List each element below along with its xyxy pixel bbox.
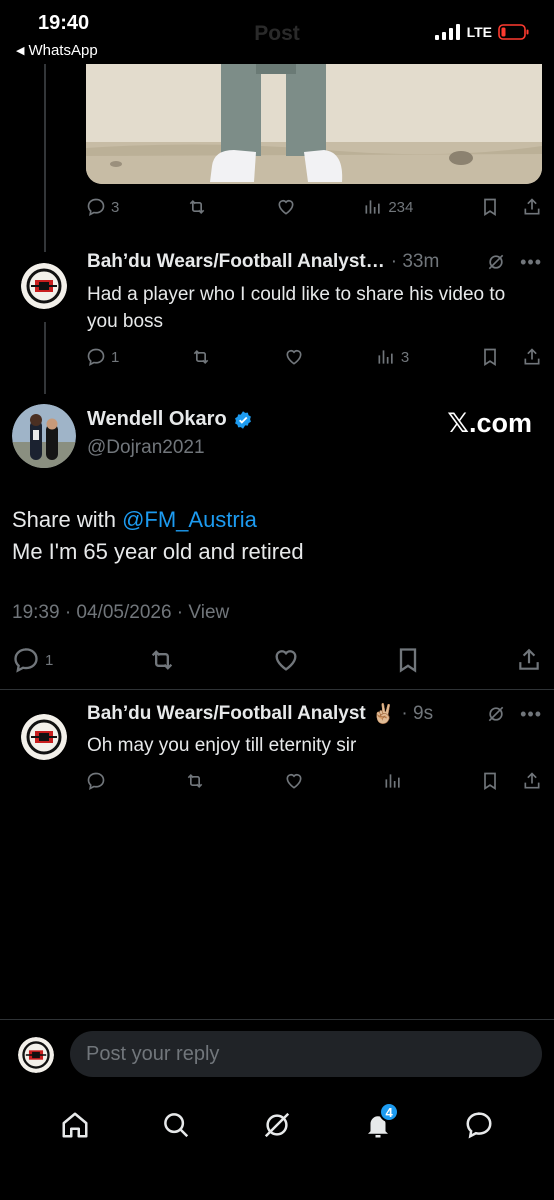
thread-connector <box>44 64 46 252</box>
source-label: 𝕏.com <box>447 408 532 438</box>
like-button[interactable] <box>283 771 305 791</box>
bookmark-button[interactable] <box>394 646 422 674</box>
text-line-2: Me I'm 65 year old and retired <box>12 539 304 564</box>
share-icon[interactable] <box>522 196 542 218</box>
views-button[interactable]: 234 <box>363 197 413 217</box>
main-tweet-text: Share with @FM_Austria Me I'm 65 year ol… <box>12 504 542 568</box>
bookmark-icon[interactable] <box>480 346 500 368</box>
views-button[interactable]: 3 <box>376 347 409 367</box>
main-action-bar: 1 <box>12 646 542 674</box>
home-icon <box>60 1110 90 1140</box>
reply-icon <box>12 646 40 674</box>
tab-home[interactable] <box>58 1108 92 1142</box>
avatar[interactable] <box>21 714 67 760</box>
heart-icon <box>283 347 305 367</box>
like-button[interactable] <box>275 197 297 217</box>
like-button[interactable] <box>271 646 301 674</box>
reply-header: Bah’du Wears/Football Analyst… · 33m ••• <box>87 251 542 273</box>
more-icon[interactable]: ••• <box>520 704 542 725</box>
divider <box>0 689 554 690</box>
share-icon[interactable] <box>522 770 542 792</box>
repost-button[interactable] <box>147 646 177 674</box>
author-emoji: ✌🏼 <box>371 704 396 725</box>
bottom-tab-bar: 4 <box>0 1100 554 1150</box>
thread-connector <box>44 322 46 394</box>
reply-input[interactable]: Post your reply <box>70 1031 542 1077</box>
views-icon <box>376 347 396 367</box>
divider <box>0 1019 554 1020</box>
author-handle[interactable]: @Dojran2021 <box>87 437 205 459</box>
grok-icon <box>262 1110 292 1140</box>
notification-badge: 4 <box>379 1102 400 1122</box>
reply-count: 1 <box>111 348 120 366</box>
bookmark-icon[interactable] <box>480 196 500 218</box>
reply-text: Oh may you enjoy till eternity sir <box>87 735 357 756</box>
repost-button[interactable] <box>190 347 212 367</box>
share-icon[interactable] <box>522 346 542 368</box>
author-name[interactable]: Bah’du Wears/Football Analyst… <box>87 251 385 273</box>
reply-button[interactable]: 3 <box>86 197 119 217</box>
network-label: LTE <box>466 24 492 40</box>
timestamp: 19:39 · 04/05/2026 · <box>12 602 189 623</box>
repost-icon <box>190 347 212 367</box>
views-icon <box>383 771 403 791</box>
reply-icon <box>86 347 106 367</box>
reply-action-bar <box>86 770 542 792</box>
my-avatar[interactable] <box>18 1037 54 1073</box>
main-author-name[interactable]: Wendell Okaro <box>87 408 253 431</box>
reply-header: Bah’du Wears/Football Analyst ✌🏼 · 9s ••… <box>87 702 542 726</box>
repost-icon <box>184 771 206 791</box>
post-time: · 9s <box>401 703 434 724</box>
search-icon <box>161 1110 191 1140</box>
repost-icon <box>186 197 208 217</box>
post-time: · 33m <box>390 251 440 272</box>
share-button[interactable] <box>516 646 542 674</box>
author-name: Wendell Okaro <box>87 408 227 430</box>
views-button[interactable] <box>383 771 403 791</box>
views-icon <box>363 197 383 217</box>
grok-icon[interactable] <box>486 704 506 724</box>
mention-link[interactable]: @FM_Austria <box>122 507 257 532</box>
reply-text: Had a player who I could like to share h… <box>87 284 506 332</box>
reply-action-bar: 1 3 <box>86 346 542 368</box>
like-button[interactable] <box>283 347 305 367</box>
tab-notifications[interactable]: 4 <box>361 1102 400 1142</box>
reply-icon <box>86 771 106 791</box>
tweet-media-image[interactable] <box>86 64 542 184</box>
more-icon[interactable]: ••• <box>520 252 542 273</box>
share-icon <box>516 646 542 674</box>
tweet-action-bar: 3 234 <box>86 196 542 218</box>
bookmark-icon[interactable] <box>480 770 500 792</box>
reply-button[interactable]: 1 <box>86 347 119 367</box>
views-count: 234 <box>388 198 414 216</box>
avatar[interactable] <box>21 263 67 309</box>
tab-grok[interactable] <box>260 1108 294 1142</box>
heart-icon <box>283 771 305 791</box>
author-name[interactable]: Bah’du Wears/Football Analyst <box>87 703 366 725</box>
repost-button[interactable] <box>184 771 206 791</box>
reply-count: 1 <box>45 651 54 669</box>
chat-bubble-icon <box>464 1110 494 1140</box>
signal-icon <box>434 24 461 40</box>
reply-button[interactable]: 1 <box>12 646 53 674</box>
grok-icon[interactable] <box>486 252 506 272</box>
tab-messages[interactable] <box>462 1108 496 1142</box>
reply-count: 3 <box>111 198 120 216</box>
tweet-meta: 19:39 · 04/05/2026 · View <box>12 602 229 624</box>
repost-icon <box>147 646 177 674</box>
text-prefix: Share with <box>12 507 123 532</box>
view-link[interactable]: View <box>188 602 229 623</box>
reply-icon <box>86 197 106 217</box>
repost-button[interactable] <box>186 197 208 217</box>
status-indicators: LTE <box>434 24 530 40</box>
battery-icon <box>498 24 530 40</box>
reply-button[interactable] <box>86 771 106 791</box>
tab-search[interactable] <box>159 1108 193 1142</box>
avatar[interactable] <box>12 404 76 468</box>
bookmark-icon <box>394 646 422 674</box>
heart-icon <box>275 197 297 217</box>
heart-icon <box>271 646 301 674</box>
views-count: 3 <box>400 348 410 366</box>
verified-badge-icon <box>233 410 253 430</box>
